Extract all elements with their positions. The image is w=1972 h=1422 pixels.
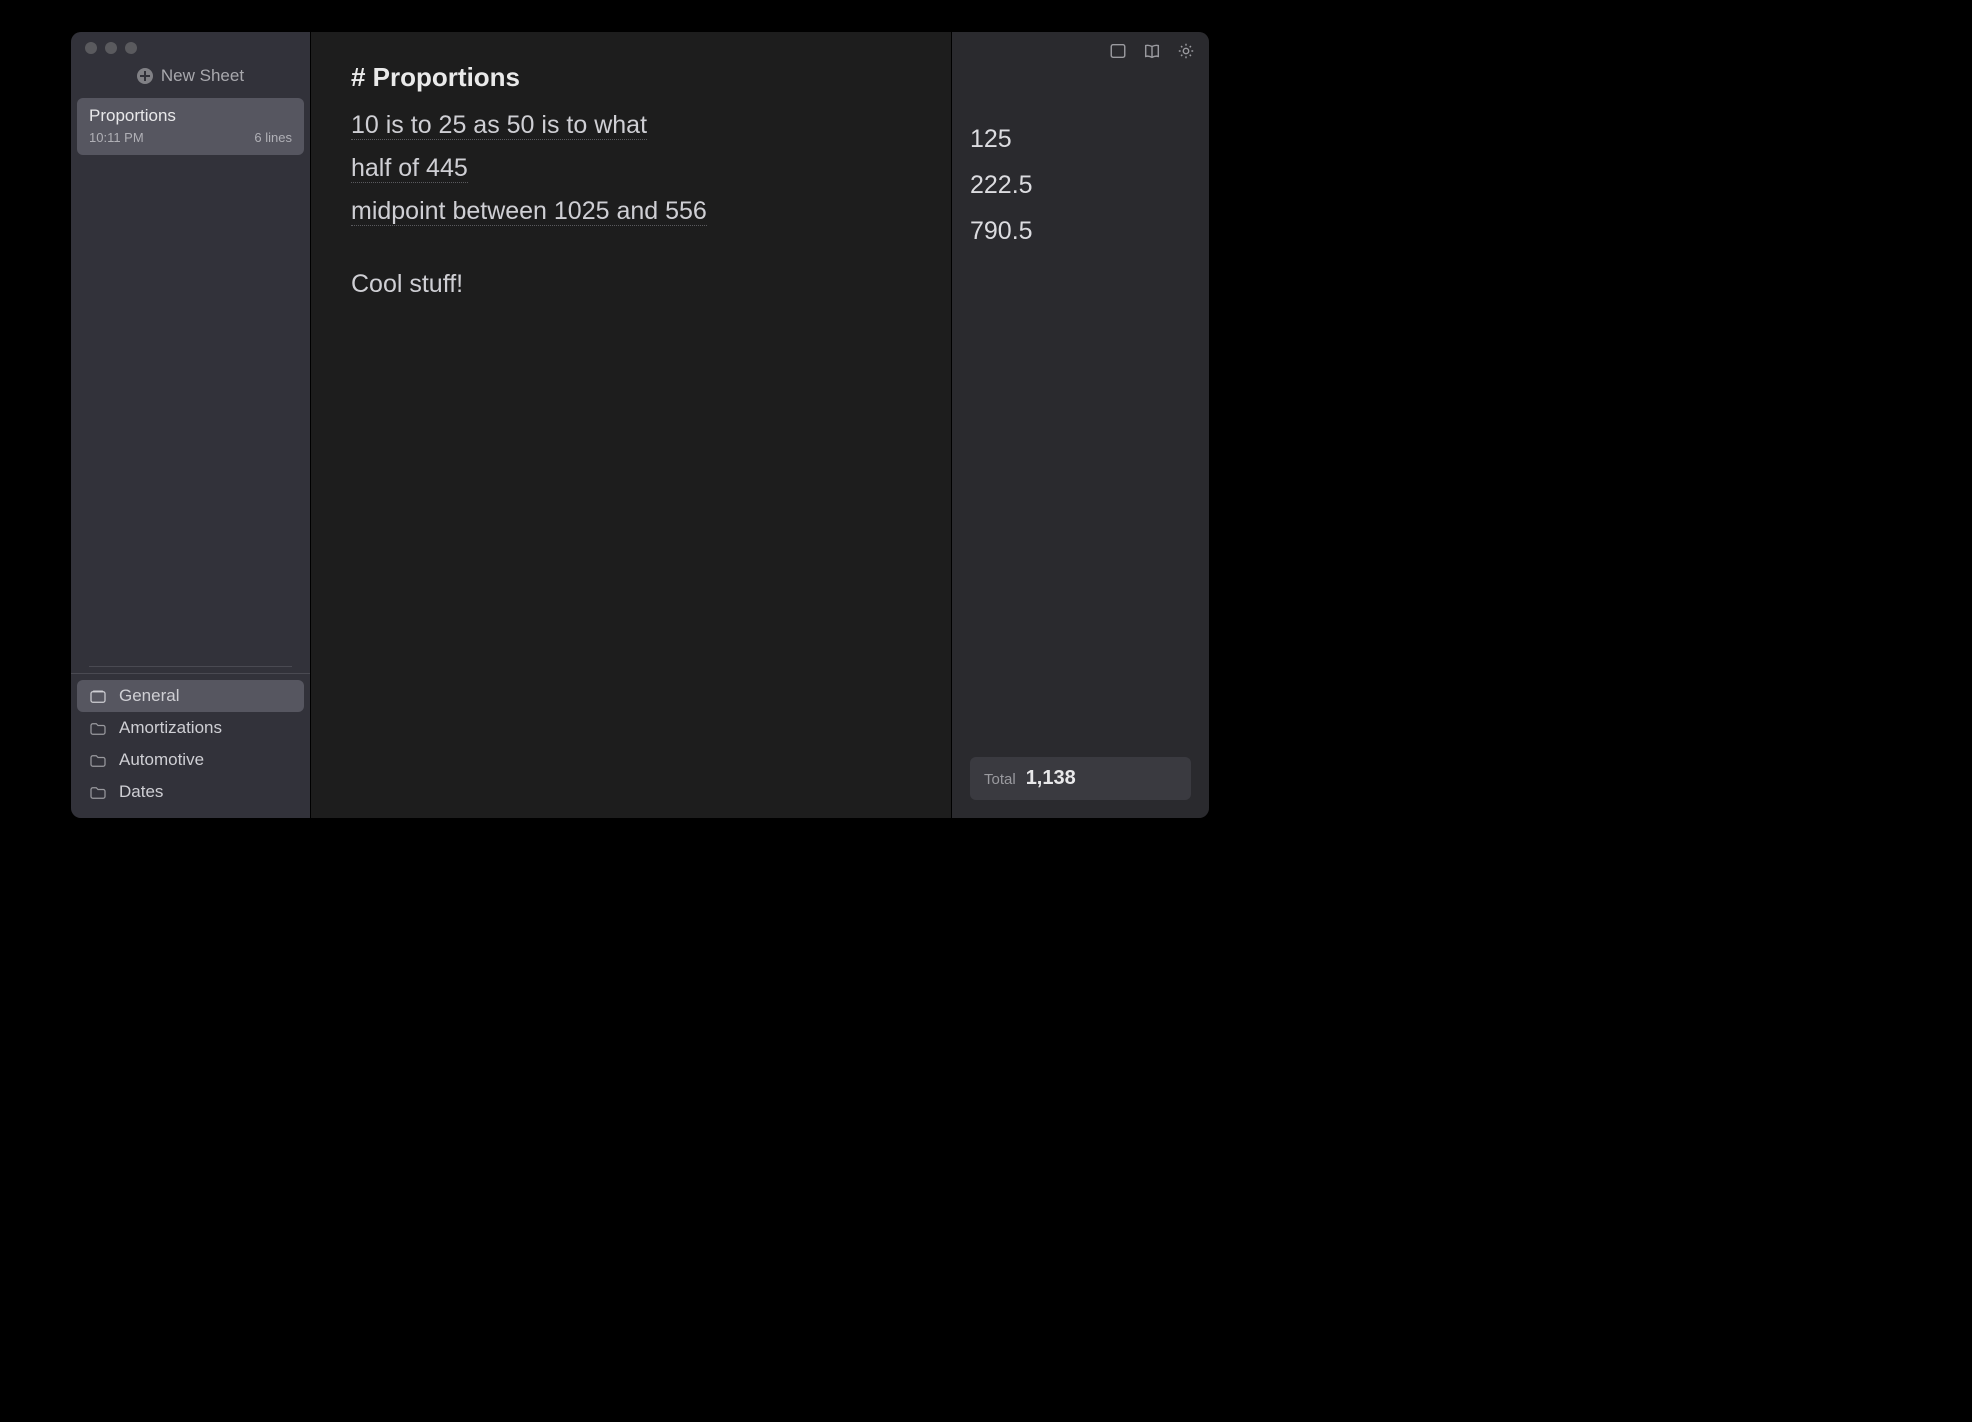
- close-window-button[interactable]: [85, 42, 97, 54]
- folder-amortizations[interactable]: Amortizations: [77, 712, 304, 744]
- folder-automotive[interactable]: Automotive: [77, 744, 304, 776]
- sheet-title: Proportions: [89, 106, 292, 126]
- sidebar: New Sheet Proportions 10:11 PM 6 lines: [71, 32, 311, 818]
- app-window: New Sheet Proportions 10:11 PM 6 lines: [71, 32, 1209, 818]
- editor-line: midpoint between 1025 and 556: [351, 197, 923, 226]
- editor-line-text: 10 is to 25 as 50 is to what: [351, 111, 647, 140]
- folder-icon: [89, 785, 107, 799]
- folder-dates[interactable]: Dates: [77, 776, 304, 808]
- sheet-time: 10:11 PM: [89, 130, 144, 145]
- editor-line-text: midpoint between 1025 and 556: [351, 197, 707, 226]
- plus-icon: [137, 68, 153, 84]
- folder-general[interactable]: General: [77, 680, 304, 712]
- sheets-list: Proportions 10:11 PM 6 lines: [71, 98, 310, 666]
- results-toolbar: [952, 32, 1209, 64]
- editor-heading: # Proportions: [351, 62, 923, 93]
- editor-pane[interactable]: # Proportions 10 is to 25 as 50 is to wh…: [311, 32, 951, 818]
- window-controls: [71, 32, 310, 60]
- new-sheet-button[interactable]: New Sheet: [71, 60, 310, 98]
- results-pane: 125 222.5 790.5 Total 1,138: [951, 32, 1209, 818]
- results-list: 125 222.5 790.5: [952, 64, 1209, 254]
- folder-label: Dates: [119, 782, 163, 802]
- folder-icon: [89, 721, 107, 735]
- result-value[interactable]: 790.5: [970, 208, 1209, 254]
- editor-line: 10 is to 25 as 50 is to what: [351, 111, 923, 140]
- total-label: Total: [984, 771, 1016, 788]
- sheet-meta: 10:11 PM 6 lines: [89, 130, 292, 145]
- result-value[interactable]: 125: [970, 116, 1209, 162]
- sidebar-divider: [89, 666, 292, 667]
- folder-label: Automotive: [119, 750, 204, 770]
- gear-icon[interactable]: [1177, 42, 1195, 60]
- stack-icon: [89, 689, 107, 703]
- zoom-window-button[interactable]: [125, 42, 137, 54]
- folders-list: General Amortizations Automotive: [71, 673, 310, 818]
- editor-line: half of 445: [351, 154, 923, 183]
- total-pill[interactable]: Total 1,138: [970, 757, 1191, 800]
- sheet-linecount: 6 lines: [254, 130, 292, 145]
- sheet-item-proportions[interactable]: Proportions 10:11 PM 6 lines: [77, 98, 304, 155]
- editor-line-text: half of 445: [351, 154, 468, 183]
- layout-icon[interactable]: [1109, 42, 1127, 60]
- editor-comment: Cool stuff!: [351, 270, 923, 299]
- folder-icon: [89, 753, 107, 767]
- new-sheet-label: New Sheet: [161, 66, 244, 86]
- total-value: 1,138: [1026, 767, 1076, 790]
- minimize-window-button[interactable]: [105, 42, 117, 54]
- result-value[interactable]: 222.5: [970, 162, 1209, 208]
- folder-label: General: [119, 686, 179, 706]
- folder-label: Amortizations: [119, 718, 222, 738]
- book-icon[interactable]: [1143, 42, 1161, 60]
